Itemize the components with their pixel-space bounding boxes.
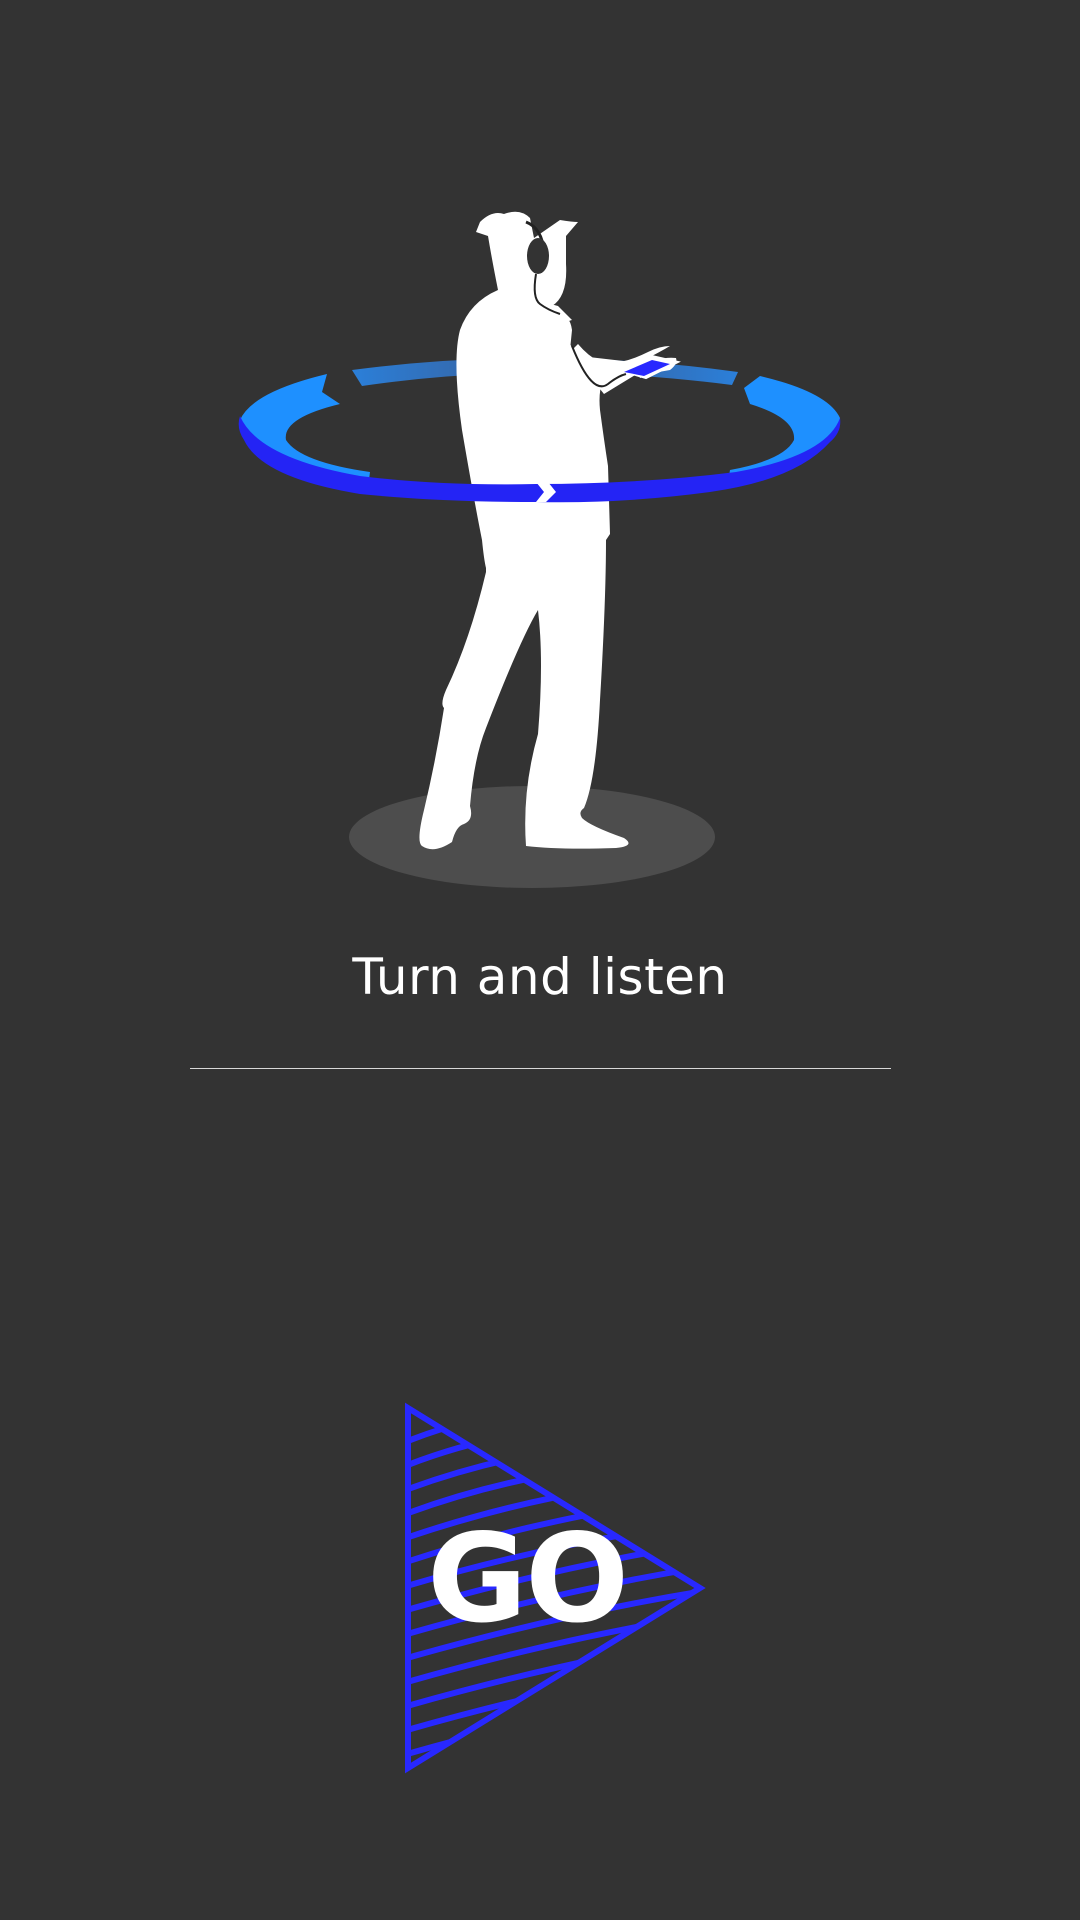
- go-label: GO: [427, 1508, 629, 1650]
- person-turning-with-headphones-icon: [238, 211, 841, 888]
- divider: [190, 1068, 891, 1069]
- turn-and-listen-illustration: [0, 0, 1080, 920]
- page-title: Turn and listen: [352, 948, 728, 1006]
- person-silhouette: [419, 211, 677, 850]
- go-button[interactable]: GO: [400, 1400, 710, 1776]
